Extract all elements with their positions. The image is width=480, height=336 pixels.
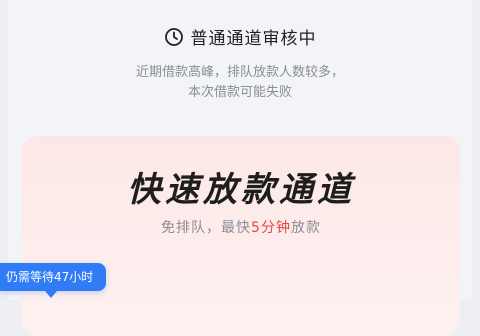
page: 普通通道审核中 近期借款高峰，排队放款人数较多， 本次借款可能失败 快速放款通道… — [0, 0, 480, 336]
fast-channel-subtitle: 免排队，最快5分钟放款 — [22, 217, 460, 237]
status-header: 普通通道审核中 — [0, 24, 480, 49]
fast-channel-card[interactable]: 快速放款通道 免排队，最快5分钟放款 — [22, 136, 460, 336]
subtitle-prefix: 免排队，最快 — [161, 220, 252, 236]
status-title: 普通通道审核中 — [190, 29, 317, 49]
notice-text: 近期借款高峰，排队放款人数较多， 本次借款可能失败 — [0, 63, 480, 103]
notice-line-2: 本次借款可能失败 — [187, 85, 292, 100]
notice-line-1: 近期借款高峰，排队放款人数较多， — [135, 65, 344, 80]
subtitle-highlight: 5分钟 — [251, 220, 291, 236]
fast-channel-title: 快速放款通道 — [127, 170, 355, 210]
subtitle-suffix: 放款 — [290, 220, 321, 236]
tooltip-arrow — [45, 291, 57, 298]
wait-time-tooltip: 仍需等待47小时 — [0, 263, 106, 291]
clock-icon — [164, 27, 183, 46]
